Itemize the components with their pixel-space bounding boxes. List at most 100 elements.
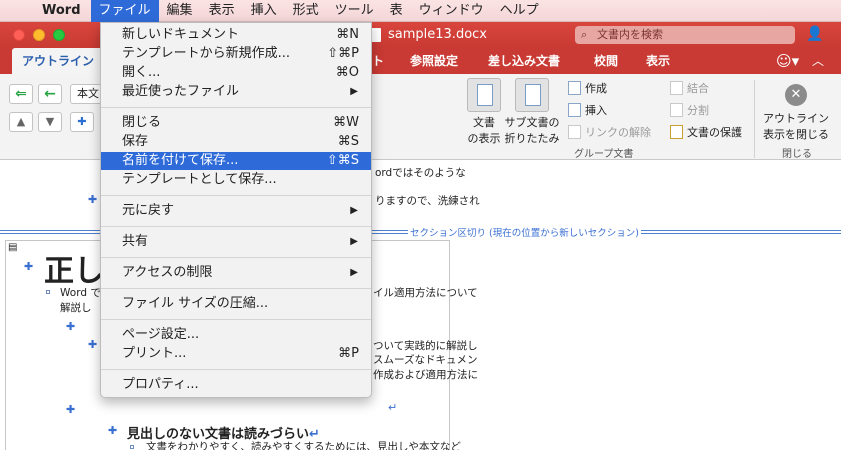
split-icon: [670, 103, 683, 117]
outline-plus-icon[interactable]: ✚: [108, 424, 117, 437]
zoom-window-button[interactable]: [53, 29, 65, 41]
menu-item-save-as-template[interactable]: テンプレートとして保存...: [101, 171, 371, 189]
para1-end: イル適用方法について: [373, 287, 478, 299]
group-document-label: グループ文書: [574, 149, 634, 160]
insert-icon: [568, 103, 581, 117]
outline-plus-icon[interactable]: ✚: [88, 193, 97, 206]
unlink-icon: [568, 125, 581, 139]
tab-references[interactable]: 参照設定: [410, 48, 458, 74]
merge-label: 結合: [687, 82, 709, 95]
move-down-icon[interactable]: ▼: [38, 112, 62, 132]
menu-table[interactable]: 表: [382, 0, 411, 22]
group-close-label: 閉じる: [782, 149, 812, 160]
para2-line3: 作成および適用方法に: [373, 369, 478, 381]
outline-bullet-icon[interactable]: [130, 445, 134, 449]
menu-file[interactable]: ファイル: [90, 0, 159, 22]
submenu-arrow-icon: ▶: [350, 267, 358, 278]
subdocument-icon: ▤: [8, 242, 18, 253]
outline-plus-icon[interactable]: ✚: [66, 403, 75, 416]
close-outline-view-button[interactable]: ✕ アウトライン 表示を閉じる: [760, 78, 832, 142]
merge-icon: [670, 81, 683, 95]
menu-help[interactable]: ヘルプ: [492, 0, 547, 22]
menu-tools[interactable]: ツール: [327, 0, 382, 22]
menu-window[interactable]: ウィンドウ: [411, 0, 492, 22]
show-document-button[interactable]: 文書 の表示: [462, 78, 506, 146]
outline-plus-icon[interactable]: ✚: [24, 260, 33, 273]
para1-start: Word で: [60, 287, 101, 299]
menu-item-print[interactable]: プリント... ⌘P: [101, 345, 371, 363]
unlink-label: リンクの解除: [585, 126, 651, 139]
menu-item-save-as[interactable]: 名前を付けて保存... ⇧⌘S: [101, 152, 371, 170]
search-field[interactable]: ⌕ 文書内を検索: [575, 26, 795, 44]
menu-item-restrict-access[interactable]: アクセスの制限 ▶: [101, 264, 371, 282]
merge-subdoc-button[interactable]: 結合: [670, 80, 709, 96]
para2-line2: スムーズなドキュメン: [373, 354, 478, 366]
menu-item-revert[interactable]: 元に戻す ▶: [101, 202, 371, 220]
tab-view[interactable]: 表示: [646, 48, 670, 74]
menu-item-close[interactable]: 閉じる ⌘W: [101, 114, 371, 132]
close-outline-label-1: アウトライン: [763, 112, 829, 125]
lock-document-label: 文書の保護: [687, 126, 742, 139]
menu-separator: [101, 257, 371, 258]
move-up-icon[interactable]: ▲: [9, 112, 33, 132]
menu-item-share[interactable]: 共有 ▶: [101, 233, 371, 251]
menu-item-new-from-template[interactable]: テンプレートから新規作成... ⇧⌘P: [101, 45, 371, 63]
menu-item-open[interactable]: 開く... ⌘O: [101, 64, 371, 82]
tab-mailings[interactable]: 差し込み文書: [488, 48, 560, 74]
share-person-icon[interactable]: 👤: [806, 26, 823, 42]
show-document-label-1: 文書: [473, 116, 495, 129]
menu-bar: Word ファイル 編集 表示 挿入 形式 ツール 表 ウィンドウ ヘルプ: [0, 0, 841, 22]
unlink-subdoc-button[interactable]: リンクの解除: [568, 124, 651, 140]
promote-heading-icon[interactable]: ⇐: [9, 84, 33, 104]
tab-outline[interactable]: アウトライン: [12, 48, 105, 74]
create-label: 作成: [585, 82, 607, 95]
promote-icon[interactable]: ←: [38, 84, 62, 104]
menu-format[interactable]: 形式: [285, 0, 327, 22]
lock-document-button[interactable]: 文書の保護: [670, 124, 742, 140]
menu-insert[interactable]: 挿入: [243, 0, 285, 22]
paragraph-mark-icon: ↵: [388, 401, 398, 414]
insert-subdoc-button[interactable]: 挿入: [568, 102, 607, 118]
outline-level-dropdown[interactable]: 本文: [70, 84, 102, 104]
para2-line1: ついて実践的に解説し: [373, 340, 478, 352]
tab-layout-fragment[interactable]: ト: [372, 48, 384, 74]
doc-line-2: りますので、洗練され: [375, 195, 480, 207]
collapse-subdocs-label-1: サブ文書の: [504, 116, 560, 129]
doc-line-1: ordではそのような: [375, 167, 466, 179]
menu-separator: [101, 195, 371, 196]
show-document-icon: [467, 78, 501, 112]
create-icon: [568, 81, 581, 95]
collapse-subdocs-button[interactable]: サブ文書の 折りたたみ: [504, 78, 560, 146]
close-window-button[interactable]: [13, 29, 25, 41]
menu-separator: [101, 288, 371, 289]
outline-plus-icon[interactable]: ✚: [88, 338, 97, 351]
outline-bullet-icon[interactable]: [46, 290, 50, 294]
collapse-subdocs-icon: [515, 78, 549, 112]
menu-item-new-document[interactable]: 新しいドキュメント ⌘N: [101, 26, 371, 44]
menu-item-save[interactable]: 保存 ⌘S: [101, 133, 371, 151]
insert-label: 挿入: [585, 104, 607, 117]
expand-icon[interactable]: ✚: [70, 112, 94, 132]
menu-view[interactable]: 表示: [201, 0, 243, 22]
feedback-smiley-icon[interactable]: ☺▾: [776, 52, 799, 70]
heading-fragment: 正し: [44, 254, 104, 289]
close-outline-icon: ✕: [785, 84, 807, 106]
app-menu[interactable]: Word: [34, 3, 91, 18]
collapse-ribbon-icon[interactable]: ︿: [812, 52, 824, 69]
tab-review[interactable]: 校閲: [594, 48, 618, 74]
menu-item-properties[interactable]: プロパティ...: [101, 376, 371, 394]
menu-edit[interactable]: 編集: [159, 0, 201, 22]
menu-item-compress-file[interactable]: ファイル サイズの圧縮...: [101, 295, 371, 313]
section-break-label: セクション区切り (現在の位置から新しいセクション): [408, 225, 641, 239]
create-subdoc-button[interactable]: 作成: [568, 80, 607, 96]
file-menu-dropdown: 新しいドキュメント ⌘N テンプレートから新規作成... ⇧⌘P 開く... ⌘O 最…: [100, 22, 372, 398]
menu-separator: [101, 107, 371, 108]
submenu-arrow-icon: ▶: [350, 236, 358, 247]
split-subdoc-button[interactable]: 分割: [670, 102, 709, 118]
subheading-paragraph: 文書をわかりやすく、読みやすくするためには、見出しや本文など: [146, 441, 461, 450]
minimize-window-button[interactable]: [33, 29, 45, 41]
outline-plus-icon[interactable]: ✚: [66, 320, 75, 333]
menu-item-recent-files[interactable]: 最近使ったファイル ▶: [101, 83, 371, 101]
search-placeholder: 文書内を検索: [597, 28, 663, 41]
menu-item-page-setup[interactable]: ページ設定...: [101, 326, 371, 344]
